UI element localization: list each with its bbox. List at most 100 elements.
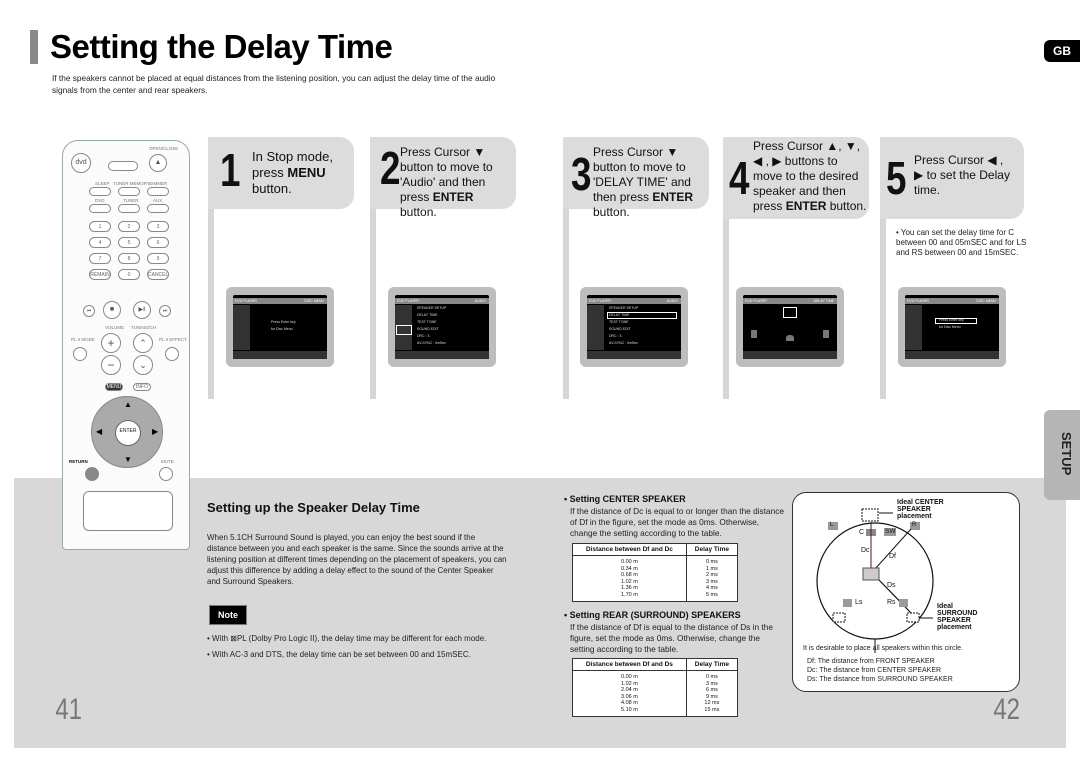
step-number: 3 xyxy=(571,148,592,200)
tuner-memory-label: TUNER MEMORY xyxy=(113,181,150,186)
stop-icon: ■ xyxy=(103,301,121,319)
screen-header-left: DVD PLAYER xyxy=(745,299,767,303)
screen-header-right: AUDIO xyxy=(666,299,678,303)
setup-section-tab: SETUP xyxy=(1044,410,1080,500)
left-surround-speaker xyxy=(843,599,852,607)
dvd-power-button: dvd xyxy=(71,153,91,173)
screen-line: TEST TONE xyxy=(417,320,437,324)
distance-cell: 5.10 m xyxy=(572,706,687,717)
note-item: • With ⊠PL (Dolby Pro Logic II), the del… xyxy=(207,634,487,643)
volume-label: VOLUME xyxy=(105,325,125,330)
tuner-label: TUNER xyxy=(123,198,139,203)
screen-header-right: DELAY TIME xyxy=(813,299,834,303)
step-text: Press Cursor ▼ button to move to 'DELAY … xyxy=(593,145,694,219)
num-0-button: 0 xyxy=(118,269,140,280)
table-row: 5.10 m 15 ms xyxy=(572,706,739,717)
table-header: Delay Time xyxy=(685,543,739,556)
delay-cell: 0 ms xyxy=(685,555,739,566)
tuning-label: TUNING/CH xyxy=(131,325,156,330)
skip-back-icon: ⏮ xyxy=(83,305,95,317)
sleep-button xyxy=(89,187,111,196)
menu-button: MENU xyxy=(105,383,123,391)
cursor-right-icon: ▶ xyxy=(152,427,159,436)
note-list: • With ⊠PL (Dolby Pro Logic II), the del… xyxy=(207,631,527,663)
legend-item: Df: The distance from FRONT SPEAKER xyxy=(807,658,935,665)
center-speaker-body: If the distance of Dc is equal to or lon… xyxy=(570,506,785,538)
screen-line: SPEAKER SETUP xyxy=(609,306,639,310)
page-title: Setting the Delay Time xyxy=(50,28,393,65)
screen-line: DELAY TIME xyxy=(609,313,630,317)
num-7-button: 7 xyxy=(89,253,111,264)
pl-effect-button xyxy=(165,347,179,361)
cursor-down-icon: ▼ xyxy=(124,455,132,464)
cursor-up-icon: ▲ xyxy=(124,400,132,409)
pl-mode-label: PL II MODE xyxy=(71,337,95,342)
note-item: • With AC-3 and DTS, the delay time can … xyxy=(207,650,471,659)
step-text: Press Cursor ▼ button to move to 'Audio'… xyxy=(400,145,493,219)
center-speaker-title: • Setting CENTER SPEAKER xyxy=(564,494,686,504)
step-number: 1 xyxy=(220,144,241,196)
delay-range-note: • You can set the delay time for C betwe… xyxy=(896,228,1027,257)
right-surround-speaker xyxy=(899,599,908,607)
delay-cell: 0 ms xyxy=(685,670,739,681)
distance-cell: 0.00 m xyxy=(572,555,687,566)
table-row: 0.00 m0 ms xyxy=(572,555,739,566)
listener-seat xyxy=(862,567,880,581)
ideal-left-surround-box xyxy=(832,612,846,623)
play-pause-icon: ▶‖ xyxy=(133,301,151,319)
center-delay-table: Distance between Df and Dc Delay Time 0.… xyxy=(572,543,739,602)
page-number-right: 42 xyxy=(993,693,1021,726)
ideal-center-box xyxy=(861,508,879,522)
rear-speaker-body: If the distance of Df is equal to the di… xyxy=(570,622,773,654)
table-row: 1.70 m5 ms xyxy=(572,591,739,602)
pl-mode-button xyxy=(73,347,87,361)
step-number: 4 xyxy=(729,152,750,204)
tv-screen-disc-menu: DVD PLAYER DISC MENU Press Enter key for … xyxy=(226,287,334,367)
delay-cell: 15 ms xyxy=(685,706,739,717)
screen-sidebar xyxy=(905,305,922,350)
screen-line: AV-SYNC : 0mSec xyxy=(417,341,446,345)
title-accent-bar xyxy=(30,30,38,64)
num-9-button: 9 xyxy=(147,253,169,264)
screen-footer xyxy=(905,351,999,359)
left-speaker-icon xyxy=(751,330,757,338)
screen-line: AV-SYNC : 0mSec xyxy=(609,341,638,345)
distance-cell: 0.00 m xyxy=(572,670,687,681)
label-c: C xyxy=(859,529,865,536)
table-header: Distance between Df and Ds xyxy=(572,658,687,671)
sleep-label: SLEEP xyxy=(95,181,110,186)
screen-footer xyxy=(233,351,327,359)
mute-label: MUTE xyxy=(161,459,174,464)
aux-label: AUX xyxy=(153,198,163,203)
screen-header-right: AUDIO xyxy=(474,299,486,303)
num-8-button: 8 xyxy=(118,253,140,264)
screen-sidebar xyxy=(233,305,250,350)
ideal-center-label: Ideal CENTER SPEAKER placement xyxy=(897,499,944,520)
dimmer-label: DIMMER xyxy=(149,181,168,186)
right-speaker-icon xyxy=(823,330,829,338)
cursor-pad: ▲ ▼ ◀ ▶ ENTER xyxy=(91,396,163,468)
dvd-button xyxy=(89,204,111,213)
tv-screen-delay-time: DVD PLAYER DELAY TIME xyxy=(736,287,844,367)
eject-icon: ▲ xyxy=(149,154,167,172)
language-tab: GB xyxy=(1044,40,1080,62)
section-title: Setting up the Speaker Delay Time xyxy=(207,500,420,515)
step-number: 2 xyxy=(380,142,401,194)
cursor-left-icon: ◀ xyxy=(96,427,103,436)
ds-line xyxy=(878,579,914,616)
screen-header-right: DISC MENU xyxy=(976,299,996,303)
screen-header-right: DISC MENU xyxy=(304,299,324,303)
screen-line: Press Enter key xyxy=(939,318,964,322)
screen-line: TEST TONE xyxy=(609,320,629,324)
num-4-button: 4 xyxy=(89,237,111,248)
return-label: RETURN xyxy=(69,459,88,464)
function-button-group xyxy=(83,491,173,531)
label-dc: Dc xyxy=(861,547,870,554)
num-6-button: 6 xyxy=(147,237,169,248)
pl-effect-label: PL II EFFECT xyxy=(159,337,187,342)
display-button xyxy=(108,161,138,171)
section-body: When 5.1CH Surround Sound is played, you… xyxy=(207,533,507,586)
screen-footer xyxy=(587,351,681,359)
num-5-button: 5 xyxy=(118,237,140,248)
aux-button xyxy=(147,204,169,213)
